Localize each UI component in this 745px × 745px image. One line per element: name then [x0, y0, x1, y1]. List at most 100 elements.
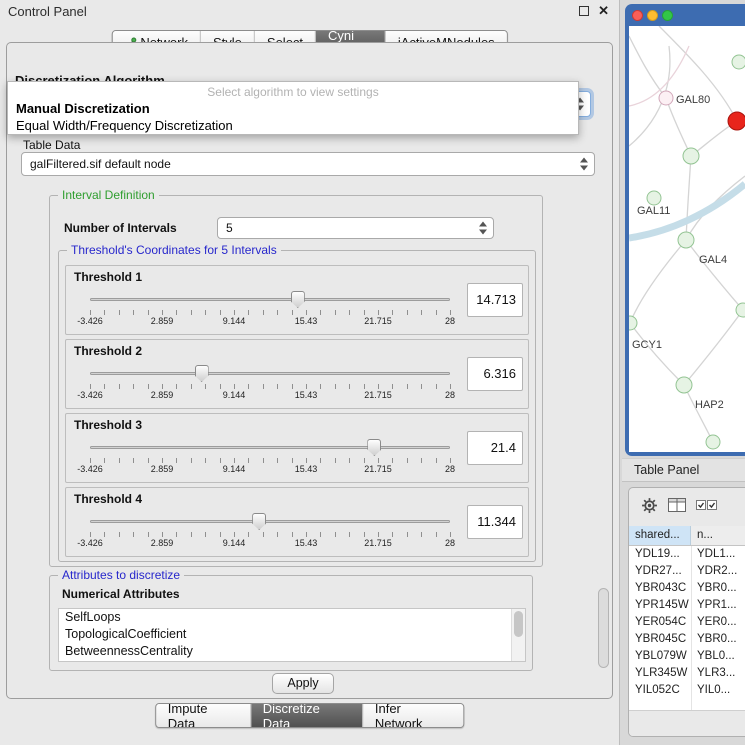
slider-tick	[234, 310, 235, 315]
slider-scale-label: -3.426	[77, 390, 103, 400]
slider-scale-label: 15.43	[295, 464, 318, 474]
list-scrollbar[interactable]	[511, 609, 525, 661]
list-scrollbar-thumb[interactable]	[514, 611, 523, 637]
apply-button[interactable]: Apply	[272, 673, 334, 694]
column-header-shared-name[interactable]: shared...	[629, 526, 691, 545]
threshold-label: Threshold 2	[74, 344, 142, 358]
table-row[interactable]: YBR045CYBR0...	[629, 631, 745, 648]
cell-name: YPR1...	[697, 597, 745, 614]
combo-stepper-icon	[580, 158, 589, 171]
table-row[interactable]: YLR345WYLR3...	[629, 665, 745, 682]
slider-tick	[421, 384, 422, 389]
slider-tick	[162, 310, 163, 315]
cell-shared-name: YBL079W	[635, 648, 691, 665]
slider-scale-label: 15.43	[295, 390, 318, 400]
gear-icon[interactable]	[641, 497, 658, 514]
attribute-item[interactable]: BetweennessCentrality	[59, 643, 525, 660]
slider-track	[90, 446, 450, 449]
slider-tick	[392, 384, 393, 389]
column-header-name[interactable]: n...	[691, 526, 745, 545]
popup-option-manual-discretization[interactable]: Manual Discretization	[8, 100, 578, 117]
close-icon[interactable]: ✕	[598, 5, 609, 17]
tab-impute-data[interactable]: Impute Data	[156, 704, 250, 727]
slider-tick	[176, 458, 177, 463]
network-node-green[interactable]	[706, 435, 720, 449]
zoom-traffic-icon[interactable]	[662, 10, 673, 21]
slider-tick	[320, 384, 321, 389]
slider-scale-label: -3.426	[77, 464, 103, 474]
table-row[interactable]: YDL19...YDL1...	[629, 546, 745, 563]
threshold-slider[interactable]	[90, 512, 450, 530]
table-row[interactable]: YBR043CYBR0...	[629, 580, 745, 597]
slider-thumb[interactable]	[195, 365, 209, 382]
combo-stepper-icon	[479, 222, 488, 235]
threshold-value-field[interactable]: 14.713	[467, 283, 523, 317]
tab-discretize-data[interactable]: Discretize Data	[250, 704, 362, 727]
network-node-green[interactable]	[647, 191, 661, 205]
popup-option-equal-width-frequency[interactable]: Equal Width/Frequency Discretization	[8, 117, 578, 134]
slider-thumb[interactable]	[367, 439, 381, 456]
cell-shared-name: YBR043C	[635, 580, 691, 597]
network-node-pink[interactable]	[659, 91, 673, 105]
network-edge	[684, 385, 713, 442]
panel-scrollbar-thumb[interactable]	[598, 588, 609, 668]
network-node-green[interactable]	[736, 303, 745, 317]
network-node-green[interactable]	[629, 316, 637, 330]
select-all-checkboxes-icon[interactable]	[696, 499, 718, 511]
show-columns-icon[interactable]	[668, 498, 686, 512]
slider-tick	[119, 310, 120, 315]
slider-scale-label: 2.859	[151, 390, 174, 400]
network-edge	[686, 240, 743, 310]
minimize-traffic-icon[interactable]	[647, 10, 658, 21]
number-of-intervals-select[interactable]: 5	[217, 217, 494, 239]
float-window-icon[interactable]	[579, 6, 589, 16]
table-row[interactable]: YDR27...YDR2...	[629, 563, 745, 580]
slider-thumb[interactable]	[291, 291, 305, 308]
slider-tick	[407, 532, 408, 537]
slider-tick	[306, 310, 307, 315]
attribute-item[interactable]: SelfLoops	[59, 609, 525, 626]
network-node-green[interactable]	[683, 148, 699, 164]
threshold-value-field[interactable]: 21.4	[467, 431, 523, 465]
slider-tick	[436, 458, 437, 463]
slider-scale-label: 2.859	[151, 538, 174, 548]
slider-tick	[450, 384, 451, 389]
slider-tick	[277, 458, 278, 463]
network-canvas[interactable]: GAL80GAL11GAL4GCY1HAP2	[629, 26, 745, 452]
threshold-slider[interactable]	[90, 438, 450, 456]
table-row[interactable]: YPR145WYPR1...	[629, 597, 745, 614]
slider-tick	[148, 458, 149, 463]
table-data-select[interactable]: galFiltered.sif default node	[21, 152, 595, 176]
slider-tick	[248, 310, 249, 315]
threshold-slider[interactable]	[90, 364, 450, 382]
slider-tick	[292, 384, 293, 389]
network-node-green[interactable]	[732, 55, 745, 69]
close-traffic-icon[interactable]	[632, 10, 643, 21]
slider-tick	[90, 310, 91, 315]
slider-tick	[234, 532, 235, 537]
stepper-up-icon	[580, 158, 588, 163]
slider-tick	[450, 532, 451, 537]
slider-tick	[191, 384, 192, 389]
table-data-label: Table Data	[23, 138, 80, 152]
network-node-green[interactable]	[678, 232, 694, 248]
cell-shared-name: YLR345W	[635, 665, 691, 682]
table-row[interactable]: YBL079WYBL0...	[629, 648, 745, 665]
numerical-attributes-list[interactable]: SelfLoopsTopologicalCoefficientBetweenne…	[58, 608, 526, 662]
attribute-item[interactable]: TopologicalCoefficient	[59, 626, 525, 643]
network-node-red[interactable]	[728, 112, 745, 130]
slider-tick	[378, 532, 379, 537]
control-panel-titlebar: Control Panel ✕	[0, 0, 619, 24]
slider-tick	[263, 310, 264, 315]
threshold-value-field[interactable]: 6.316	[467, 357, 523, 391]
network-view-window: GAL80GAL11GAL4GCY1HAP2	[625, 4, 745, 456]
slider-tick	[205, 458, 206, 463]
network-node-green[interactable]	[676, 377, 692, 393]
tab-infer-network[interactable]: Infer Network	[362, 704, 463, 727]
threshold-value-field[interactable]: 11.344	[467, 505, 523, 539]
slider-thumb[interactable]	[252, 513, 266, 530]
table-row[interactable]: YIL052CYIL0...	[629, 682, 745, 699]
slider-tick	[364, 532, 365, 537]
threshold-slider[interactable]	[90, 290, 450, 308]
table-row[interactable]: YER054CYER0...	[629, 614, 745, 631]
